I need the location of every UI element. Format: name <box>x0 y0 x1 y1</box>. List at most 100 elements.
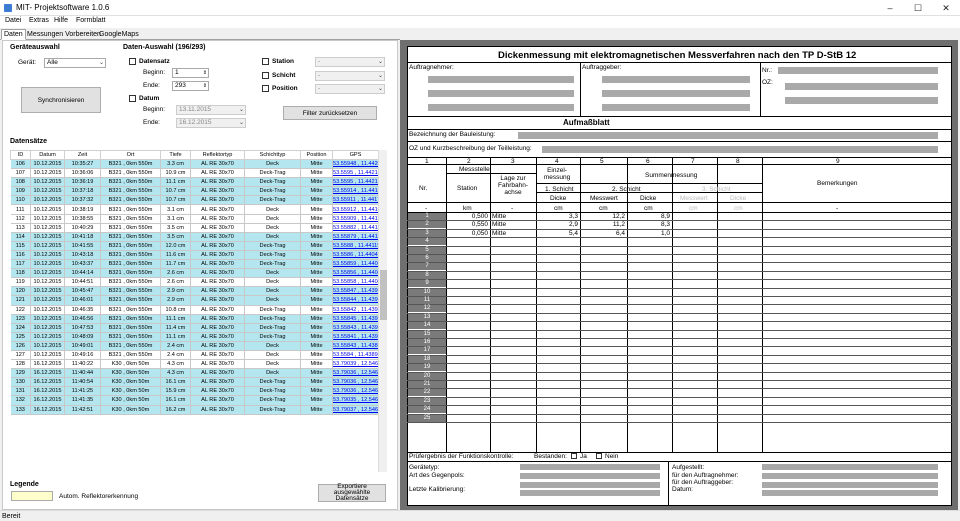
gegenpol-field[interactable] <box>520 473 660 479</box>
datum-ende-picker[interactable]: 16.12.2015 ⌄ <box>176 118 246 128</box>
table-row[interactable]: 111 10.12.2015 10:38:19 B321 , 0km 550m 3.1 … <box>10 204 379 215</box>
fuer-an-field[interactable] <box>762 473 938 479</box>
table-row[interactable]: 109 10.12.2015 10:37:18 B321 , 0km 550m 10.7… <box>10 186 379 197</box>
column-header[interactable]: Tiefe <box>160 150 191 160</box>
table-row[interactable]: 106 10.12.2015 10:35:27 B321 , 0km 550m 3.3 … <box>10 159 379 170</box>
auftragnehmer-field-2[interactable] <box>428 90 574 97</box>
gps-link[interactable]: 53.55879 , 11.44116 <box>332 232 379 242</box>
column-header[interactable]: Ort <box>100 150 161 160</box>
table-row[interactable]: 121 10.12.2015 10:46:01 B321 , 0km 550m 2.9 … <box>10 295 379 306</box>
auftragnehmer-field-3[interactable] <box>428 104 574 111</box>
column-header[interactable]: Zeit <box>64 150 101 160</box>
table-row[interactable]: 112 10.12.2015 10:38:55 B321 , 0km 550m 3.1 … <box>10 214 379 224</box>
tab-googlemaps[interactable]: GoogleMaps <box>96 29 142 40</box>
gps-link[interactable]: 53.55882 , 11.44112 <box>332 223 379 233</box>
gps-link[interactable]: 53.55856 , 11.44046 <box>332 268 379 279</box>
kalibrierung-field[interactable] <box>520 490 660 496</box>
column-header[interactable]: Datum <box>30 150 65 160</box>
auftraggeber-field-3[interactable] <box>602 104 750 111</box>
position-select[interactable]: - ⌄ <box>315 84 385 94</box>
table-row[interactable]: 116 10.12.2015 10:43:18 B321 , 0km 550m 11.6… <box>10 250 379 261</box>
gps-link[interactable]: 53.5595 , 11.44213 <box>332 177 379 188</box>
menu-hilfe[interactable]: Hilfe <box>54 17 68 24</box>
auftragnehmer-field-1[interactable] <box>428 76 574 83</box>
table-row[interactable]: 127 10.12.2015 10:49:16 B321 , 0km 550m 2.4 … <box>10 350 379 361</box>
gps-link[interactable]: 53.5584 , 11.43898 <box>332 350 379 361</box>
auftraggeber-field-2[interactable] <box>602 90 750 97</box>
column-header[interactable]: Schichttyp <box>244 150 301 160</box>
position-checkbox[interactable] <box>262 85 269 92</box>
table-row[interactable]: 108 10.12.2015 10:36:19 B321 , 0km 550m 11.1… <box>10 177 379 188</box>
gps-link[interactable]: 53.5588 , 11.44119 <box>332 241 379 251</box>
gps-link[interactable]: 53.5586 , 11.44049 <box>332 250 379 261</box>
geraetetyp-field[interactable] <box>520 464 660 470</box>
gps-link[interactable]: 53.55842 , 11.43976 <box>332 305 379 315</box>
datum-checkbox[interactable] <box>129 95 136 102</box>
station-checkbox[interactable] <box>262 58 269 65</box>
tab-messungen-vorbereiten[interactable]: Messungen Vorbereiten <box>24 29 104 40</box>
table-row[interactable]: 129 16.12.2015 11:40:44 K30 , 0km 50m 4.3 cm… <box>10 368 379 379</box>
table-row[interactable]: 131 16.12.2015 11:41:25 K30 , 0km 50m 15.9 c… <box>10 386 379 397</box>
table-row[interactable]: 125 10.12.2015 10:48:09 B321 , 0km 550m 11.1… <box>10 332 379 342</box>
table-row[interactable]: 119 10.12.2015 10:44:51 B321 , 0km 550m 2.6 … <box>10 277 379 288</box>
aufgestellt-field[interactable] <box>762 464 938 470</box>
table-row[interactable]: 115 10.12.2015 10:41:55 B321 , 0km 550m 12.0… <box>10 241 379 251</box>
table-row[interactable]: 132 16.12.2015 11:41:35 K30 , 0km 50m 16.1 c… <box>10 395 379 406</box>
filter-zuruecksetzen-button[interactable]: Filter zurücksetzen <box>283 106 377 120</box>
datum-beginn-picker[interactable]: 13.11.2015 ⌄ <box>176 105 246 115</box>
table-row[interactable]: 120 10.12.2015 10:45:47 B321 , 0km 550m 2.9 … <box>10 286 379 297</box>
oz-field-2[interactable] <box>785 97 938 104</box>
gps-link[interactable]: 53.55843 , 11.43898 <box>332 341 379 351</box>
oz-field-1[interactable] <box>785 83 938 90</box>
gps-link[interactable]: 53.55914 , 11.44169 <box>332 186 379 197</box>
gps-link[interactable]: 53.55847 , 11.43972 <box>332 286 379 297</box>
auftraggeber-field-1[interactable] <box>602 76 750 83</box>
gps-link[interactable]: 53.55841 , 11.439 <box>332 332 379 342</box>
synchronisieren-button[interactable]: Synchronisieren <box>21 87 101 113</box>
schicht-select[interactable]: - ⌄ <box>315 71 385 81</box>
table-row[interactable]: 110 10.12.2015 10:37:32 B321 , 0km 550m 10.7… <box>10 195 379 206</box>
gps-link[interactable]: 53.55909 , 11.44171 <box>332 214 379 224</box>
gps-link[interactable]: 53.55844 , 11.43972 <box>332 295 379 306</box>
column-header[interactable]: ID <box>10 150 31 160</box>
gps-link[interactable]: 53.55843 , 11.439 <box>332 323 379 333</box>
datensatz-checkbox[interactable] <box>129 58 136 65</box>
column-header[interactable]: Reflektortyp <box>190 150 245 160</box>
gps-link[interactable]: 53.55911 , 11.44172 <box>332 195 379 206</box>
table-row[interactable]: 124 10.12.2015 10:47:53 B321 , 0km 550m 11.4… <box>10 323 379 333</box>
spin-icon[interactable]: ⇕ <box>203 82 207 90</box>
menu-formblatt[interactable]: Formblatt <box>76 17 106 24</box>
beginn-stepper[interactable]: 1 ⇕ <box>172 68 209 78</box>
maximize-icon[interactable]: ☐ <box>904 1 932 15</box>
ende-stepper[interactable]: 293 ⇕ <box>172 81 209 91</box>
nr-field[interactable] <box>778 67 938 74</box>
gps-link[interactable]: 53.79037 , 12.54662 <box>332 405 379 415</box>
gps-link[interactable]: 53.79039 , 12.54658 <box>332 359 379 370</box>
export-button[interactable]: Exportiere ausgewählte Datensätze <box>318 483 386 502</box>
gps-link[interactable]: 53.79036 , 12.54657 <box>332 377 379 388</box>
ja-checkbox[interactable] <box>571 453 577 459</box>
fuer-ag-field[interactable] <box>762 482 938 488</box>
nein-checkbox[interactable] <box>596 453 602 459</box>
geraet-select[interactable]: Alle ⌄ <box>44 58 106 68</box>
schicht-checkbox[interactable] <box>262 72 269 79</box>
station-select[interactable]: - ⌄ <box>315 57 385 67</box>
gps-link[interactable]: 53.79036 , 12.5466 <box>332 386 379 397</box>
close-icon[interactable]: ✕ <box>932 1 960 15</box>
gps-link[interactable]: 53.55912 , 11.44166 <box>332 204 379 215</box>
table-row[interactable]: 123 10.12.2015 10:46:56 B321 , 0km 550m 11.1… <box>10 314 379 324</box>
table-row[interactable]: 126 10.12.2015 10:49:01 B321 , 0km 550m 2.4 … <box>10 341 379 351</box>
gps-link[interactable]: 53.55858 , 11.44046 <box>332 277 379 288</box>
table-row[interactable]: 114 10.12.2015 10:41:18 B321 , 0km 550m 3.5 … <box>10 232 379 242</box>
gps-link[interactable]: 53.55859 , 11.44051 <box>332 259 379 270</box>
minimize-icon[interactable]: – <box>876 1 904 15</box>
column-header[interactable]: Position <box>300 150 333 160</box>
column-header[interactable]: GPS <box>332 150 379 160</box>
datum-field[interactable] <box>762 490 938 496</box>
gps-link[interactable]: 53.79036 , 12.54654 <box>332 368 379 379</box>
table-row[interactable]: 107 10.12.2015 10:36:06 B321 , 0km 550m 10.9… <box>10 168 379 179</box>
gps-link[interactable]: 53.5595 , 11.44214 <box>332 168 379 179</box>
gps-link[interactable]: 53.55948 , 11.44208 <box>332 159 379 170</box>
table-row[interactable]: 117 10.12.2015 10:43:37 B321 , 0km 550m 11.7… <box>10 259 379 270</box>
oz-kurz-field[interactable] <box>542 146 938 153</box>
